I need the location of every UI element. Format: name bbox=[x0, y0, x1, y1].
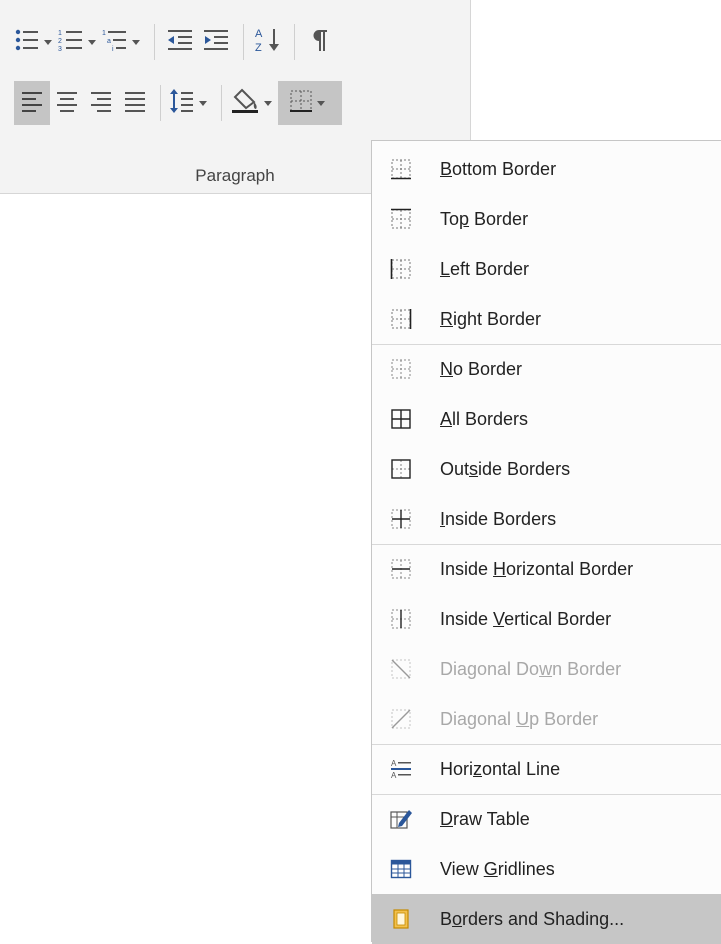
line-spacing-icon bbox=[169, 88, 195, 119]
menu-item-borders-and-shading[interactable]: Borders and Shading... bbox=[372, 894, 721, 944]
increase-indent-icon bbox=[202, 28, 230, 57]
left-border-icon bbox=[384, 258, 418, 280]
divider bbox=[243, 24, 244, 60]
numbering-icon: 1 2 3 bbox=[58, 27, 84, 58]
chevron-down-icon[interactable] bbox=[88, 39, 96, 45]
diagonal-up-border-icon bbox=[384, 708, 418, 730]
menu-item-draw-table[interactable]: Draw Table bbox=[372, 794, 721, 844]
divider bbox=[221, 85, 222, 121]
menu-item-inside-horizontal-border[interactable]: Inside Horizontal Border bbox=[372, 544, 721, 594]
menu-item-left-border[interactable]: Left Border bbox=[372, 244, 721, 294]
justify-button[interactable] bbox=[118, 81, 152, 125]
svg-text:3: 3 bbox=[58, 46, 62, 53]
align-left-icon bbox=[20, 90, 44, 117]
menu-item-inside-vertical-border[interactable]: Inside Vertical Border bbox=[372, 594, 721, 644]
diagonal-down-border-icon bbox=[384, 658, 418, 680]
menu-item-diagonal-up-border: Diagonal Up Border bbox=[372, 694, 721, 744]
divider bbox=[154, 24, 155, 60]
svg-text:1: 1 bbox=[102, 30, 106, 37]
svg-text:A: A bbox=[391, 771, 397, 780]
svg-text:A: A bbox=[391, 759, 397, 768]
chevron-down-icon[interactable] bbox=[264, 100, 272, 106]
menu-item-top-border[interactable]: Top Border bbox=[372, 194, 721, 244]
inside-horizontal-border-icon bbox=[384, 558, 418, 580]
numbering-button[interactable]: 1 2 3 bbox=[58, 20, 102, 64]
svg-text:2: 2 bbox=[58, 38, 62, 45]
align-center-icon bbox=[55, 90, 79, 117]
ribbon-row-2 bbox=[14, 81, 342, 125]
svg-text:A: A bbox=[255, 28, 263, 40]
bullets-button[interactable] bbox=[14, 20, 58, 64]
increase-indent-button[interactable] bbox=[197, 20, 235, 64]
bullets-icon bbox=[14, 27, 40, 58]
shading-button[interactable] bbox=[230, 81, 278, 125]
sort-button[interactable]: A Z bbox=[252, 20, 286, 64]
sort-az-icon: A Z bbox=[254, 26, 284, 59]
menu-item-bottom-border[interactable]: Bottom Border bbox=[372, 144, 721, 194]
horizontal-line-icon: A A bbox=[384, 758, 418, 780]
svg-text:1: 1 bbox=[58, 30, 62, 37]
all-borders-icon bbox=[384, 408, 418, 430]
svg-text:Z: Z bbox=[255, 42, 262, 54]
borders-and-shading-icon bbox=[384, 908, 418, 930]
multilevel-list-button[interactable]: 1 a i bbox=[102, 20, 146, 64]
menu-item-diagonal-down-border: Diagonal Down Border bbox=[372, 644, 721, 694]
decrease-indent-button[interactable] bbox=[163, 20, 197, 64]
menu-item-right-border[interactable]: Right Border bbox=[372, 294, 721, 344]
paint-bucket-icon bbox=[230, 87, 260, 120]
line-spacing-button[interactable] bbox=[169, 81, 213, 125]
borders-button[interactable] bbox=[278, 81, 342, 125]
menu-item-all-borders[interactable]: All Borders bbox=[372, 394, 721, 444]
inside-vertical-border-icon bbox=[384, 608, 418, 630]
chevron-down-icon[interactable] bbox=[132, 39, 140, 45]
view-gridlines-icon bbox=[384, 858, 418, 880]
no-border-icon bbox=[384, 358, 418, 380]
menu-item-view-gridlines[interactable]: View Gridlines bbox=[372, 844, 721, 894]
outside-borders-icon bbox=[384, 458, 418, 480]
svg-text:a: a bbox=[107, 38, 111, 45]
ribbon-row-1: 1 2 3 1 a i A Z bbox=[14, 20, 337, 64]
menu-item-inside-borders[interactable]: Inside Borders bbox=[372, 494, 721, 544]
bottom-border-icon bbox=[384, 158, 418, 180]
svg-text:i: i bbox=[112, 46, 114, 53]
chevron-down-icon[interactable] bbox=[199, 100, 207, 106]
chevron-down-icon[interactable] bbox=[317, 100, 325, 106]
align-right-icon bbox=[89, 90, 113, 117]
top-border-icon bbox=[384, 208, 418, 230]
menu-item-no-border[interactable]: No Border bbox=[372, 344, 721, 394]
menu-item-outside-borders[interactable]: Outside Borders bbox=[372, 444, 721, 494]
chevron-down-icon[interactable] bbox=[44, 39, 52, 45]
divider bbox=[294, 24, 295, 60]
align-left-button[interactable] bbox=[14, 81, 50, 125]
pilcrow-icon bbox=[310, 27, 330, 58]
align-right-button[interactable] bbox=[84, 81, 118, 125]
divider bbox=[160, 85, 161, 121]
align-center-button[interactable] bbox=[50, 81, 84, 125]
borders-dropdown-menu: Bottom Border Top Border Left Border Rig… bbox=[371, 140, 721, 944]
justify-icon bbox=[123, 90, 147, 117]
borders-icon bbox=[289, 89, 313, 118]
inside-borders-icon bbox=[384, 508, 418, 530]
right-border-icon bbox=[384, 308, 418, 330]
decrease-indent-icon bbox=[166, 28, 194, 57]
menu-item-horizontal-line[interactable]: A A Horizontal Line bbox=[372, 744, 721, 794]
multilevel-list-icon: 1 a i bbox=[102, 27, 128, 58]
draw-table-icon bbox=[384, 807, 418, 831]
show-hide-marks-button[interactable] bbox=[303, 20, 337, 64]
